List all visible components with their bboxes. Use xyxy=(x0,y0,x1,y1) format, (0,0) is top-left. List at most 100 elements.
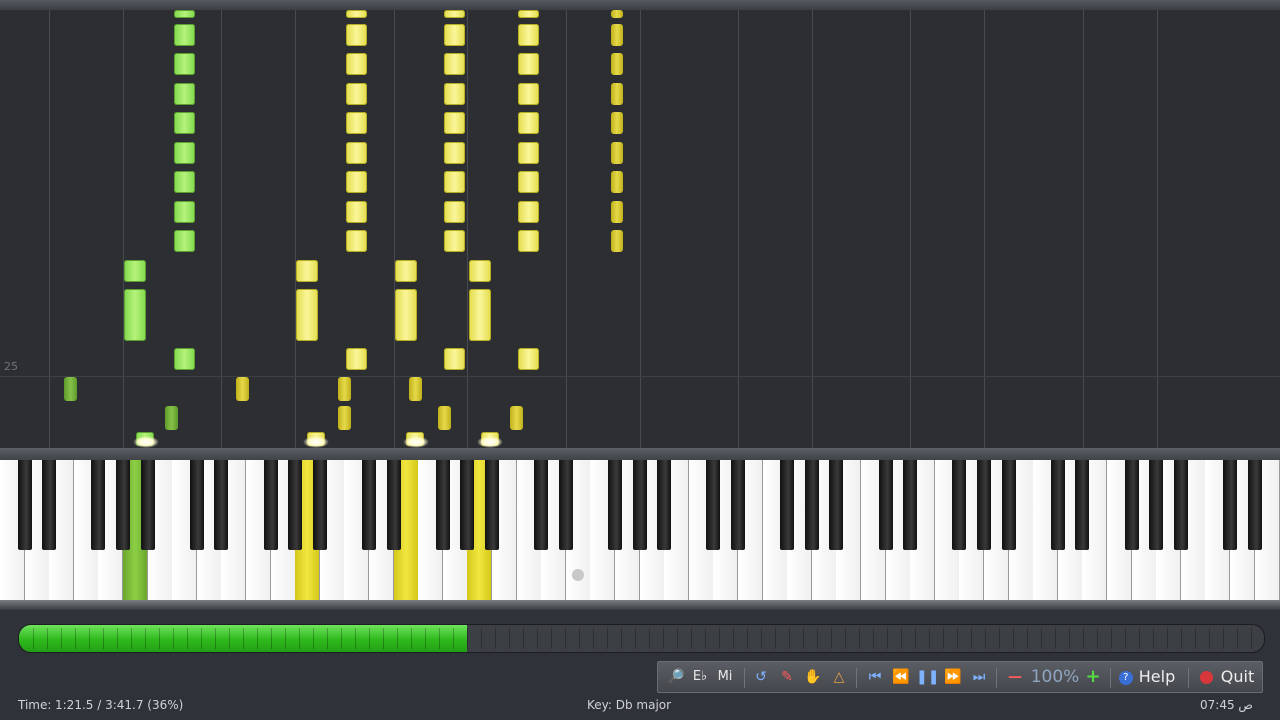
black-key[interactable] xyxy=(903,460,918,550)
black-key[interactable] xyxy=(386,460,401,550)
progress-tick xyxy=(691,628,692,649)
falling-note xyxy=(518,24,539,46)
falling-note xyxy=(444,112,465,134)
black-key[interactable] xyxy=(1149,460,1164,550)
progress-tick xyxy=(747,628,748,649)
falling-note xyxy=(518,53,539,75)
grid-line xyxy=(221,10,222,448)
black-key[interactable] xyxy=(731,460,745,550)
black-key[interactable] xyxy=(657,460,672,550)
help-label: Help xyxy=(1138,667,1176,686)
falling-note xyxy=(346,201,367,223)
black-key[interactable] xyxy=(263,460,278,550)
black-key[interactable] xyxy=(558,460,573,550)
black-key[interactable] xyxy=(460,460,475,550)
black-key[interactable] xyxy=(977,460,991,550)
progress-tick xyxy=(1181,628,1182,649)
grid-line xyxy=(1157,10,1158,448)
skip-to-start-icon[interactable]: ⏮ xyxy=(864,662,886,692)
black-key[interactable] xyxy=(952,460,967,550)
black-key[interactable] xyxy=(1050,460,1065,550)
progress-tick xyxy=(1223,628,1224,649)
progress-tick xyxy=(649,628,650,649)
help-icon: ? xyxy=(1118,670,1133,685)
grid-line xyxy=(1083,10,1084,448)
falling-note xyxy=(611,230,623,252)
black-key[interactable] xyxy=(312,460,327,550)
black-key[interactable] xyxy=(878,460,893,550)
black-key[interactable] xyxy=(1001,460,1016,550)
fast-forward-icon[interactable]: ⏩ xyxy=(942,662,964,692)
black-key[interactable] xyxy=(485,460,499,550)
progress-tick xyxy=(271,628,272,649)
black-key[interactable] xyxy=(116,460,130,550)
magnifier-icon[interactable]: 🔎 xyxy=(664,662,688,692)
black-key[interactable] xyxy=(1223,460,1237,550)
speed-increase-icon[interactable]: + xyxy=(1082,662,1104,692)
black-key[interactable] xyxy=(189,460,204,550)
black-key[interactable] xyxy=(1124,460,1139,550)
hand-icon[interactable]: ✋ xyxy=(802,662,824,692)
progress-tick xyxy=(1167,628,1168,649)
skip-to-end-icon[interactable]: ⏭ xyxy=(968,662,990,692)
progress-tick xyxy=(1027,628,1028,649)
black-key[interactable] xyxy=(706,460,721,550)
progress-tick xyxy=(509,628,510,649)
black-key[interactable] xyxy=(1075,460,1090,550)
keyboard-bottom-rail xyxy=(0,600,1280,610)
rewind-icon[interactable]: ⏪ xyxy=(890,662,912,692)
falling-note xyxy=(444,10,465,18)
progress-tick xyxy=(481,628,482,649)
falling-note xyxy=(346,53,367,75)
marker-pen-icon[interactable]: ✎ xyxy=(776,662,798,692)
falling-note xyxy=(611,142,623,164)
progress-tick xyxy=(201,628,202,649)
pause-icon[interactable]: ❚❚ xyxy=(916,662,939,692)
black-key[interactable] xyxy=(91,460,106,550)
falling-note xyxy=(346,112,367,134)
grid-line xyxy=(910,10,911,448)
progress-tick xyxy=(33,628,34,649)
playback-toolbar: 🔎 E♭ Mi ↺ ✎ ✋ △ ⏮ ⏪ ❚❚ ⏩ ⏭ — 100% + ? Hel… xyxy=(657,661,1263,693)
note-names-button[interactable]: Mi xyxy=(713,662,737,692)
black-key[interactable] xyxy=(829,460,844,550)
progress-tick xyxy=(915,628,916,649)
black-key[interactable] xyxy=(288,460,303,550)
help-button[interactable]: ? Help xyxy=(1116,662,1178,692)
quit-button[interactable]: Quit xyxy=(1196,662,1258,692)
key-signature-button[interactable]: E♭ xyxy=(689,662,711,692)
speed-value: 100% xyxy=(1030,667,1080,687)
piano-keyboard[interactable] xyxy=(0,460,1280,608)
black-key[interactable] xyxy=(1173,460,1188,550)
falling-note xyxy=(611,83,623,105)
black-key[interactable] xyxy=(780,460,795,550)
grid-line xyxy=(467,10,468,448)
black-key[interactable] xyxy=(534,460,549,550)
black-key[interactable] xyxy=(804,460,819,550)
toolbar-separator xyxy=(1188,668,1189,688)
black-key[interactable] xyxy=(435,460,450,550)
progress-tick xyxy=(75,628,76,649)
black-key[interactable] xyxy=(17,460,32,550)
black-key[interactable] xyxy=(214,460,229,550)
progress-tick xyxy=(369,628,370,649)
progress-tick xyxy=(901,628,902,649)
progress-tick xyxy=(1097,628,1098,649)
progress-tick xyxy=(929,628,930,649)
black-key[interactable] xyxy=(362,460,376,550)
black-key[interactable] xyxy=(632,460,647,550)
black-key[interactable] xyxy=(608,460,622,550)
song-progress-bar[interactable] xyxy=(18,624,1265,653)
black-key[interactable] xyxy=(1247,460,1262,550)
falling-note xyxy=(395,289,417,341)
black-key[interactable] xyxy=(42,460,57,550)
loop-icon[interactable]: ↺ xyxy=(750,662,772,692)
progress-tick xyxy=(159,628,160,649)
quit-icon xyxy=(1199,671,1213,684)
falling-note xyxy=(338,406,351,430)
speed-decrease-icon[interactable]: — xyxy=(1004,662,1026,692)
black-key[interactable] xyxy=(140,460,155,550)
metronome-icon[interactable]: △ xyxy=(828,662,850,692)
mouse-cursor xyxy=(572,569,584,581)
falling-note xyxy=(611,171,623,193)
